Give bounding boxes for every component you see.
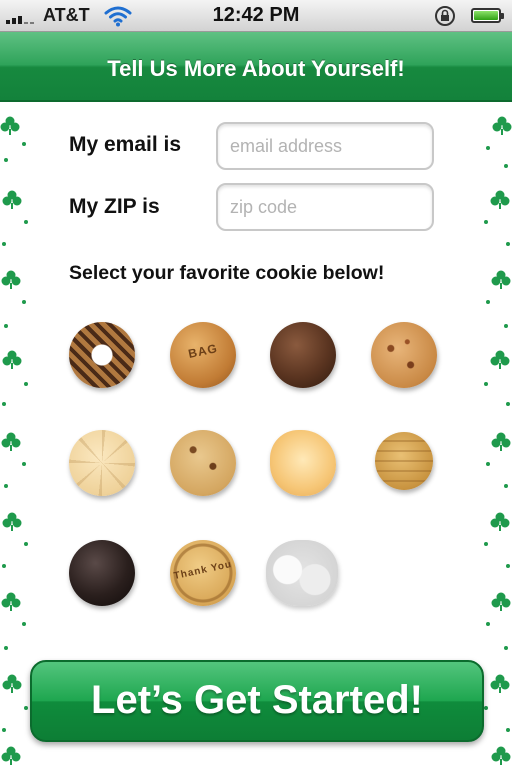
tagalong-stamp: BAG xyxy=(187,341,219,361)
tagalong-cookie[interactable]: BAG xyxy=(170,322,236,388)
email-field[interactable] xyxy=(216,122,434,170)
trios-cookie[interactable] xyxy=(170,430,236,496)
page-title: Tell Us More About Yourself! xyxy=(107,56,405,81)
snowball-cookie[interactable] xyxy=(266,540,338,606)
start-button[interactable]: Let’s Get Started! xyxy=(30,660,484,742)
thin-mint-cookie[interactable] xyxy=(270,322,336,388)
start-button-label: Let’s Get Started! xyxy=(91,678,423,722)
do-si-dos-cookie[interactable] xyxy=(375,432,433,490)
samoa-cookie[interactable] xyxy=(69,322,135,388)
title-bar: Tell Us More About Yourself! xyxy=(0,32,512,102)
battery-icon xyxy=(471,8,504,23)
clover-pattern-right xyxy=(484,116,512,765)
cookie-prompt: Select your favorite cookie below! xyxy=(69,262,385,284)
zip-field[interactable] xyxy=(216,183,434,231)
thank-you-stamp: Thank You xyxy=(172,558,234,583)
fudge-cookie[interactable] xyxy=(69,540,135,606)
status-bar: AT&T 12:42 PM xyxy=(0,0,512,32)
clover-pattern-left xyxy=(0,116,28,765)
zip-label: My ZIP is xyxy=(69,195,160,218)
lemonade-cookie[interactable] xyxy=(69,430,135,496)
email-label: My email is xyxy=(69,133,182,156)
chocolate-chunk-cookie[interactable] xyxy=(371,322,437,388)
form-card: My email is My ZIP is Select your favori… xyxy=(34,104,476,638)
thank-you-cookie[interactable]: Thank You xyxy=(170,540,236,606)
rotation-lock-icon xyxy=(435,6,455,26)
savannah-smiles-cookie[interactable] xyxy=(270,430,336,496)
